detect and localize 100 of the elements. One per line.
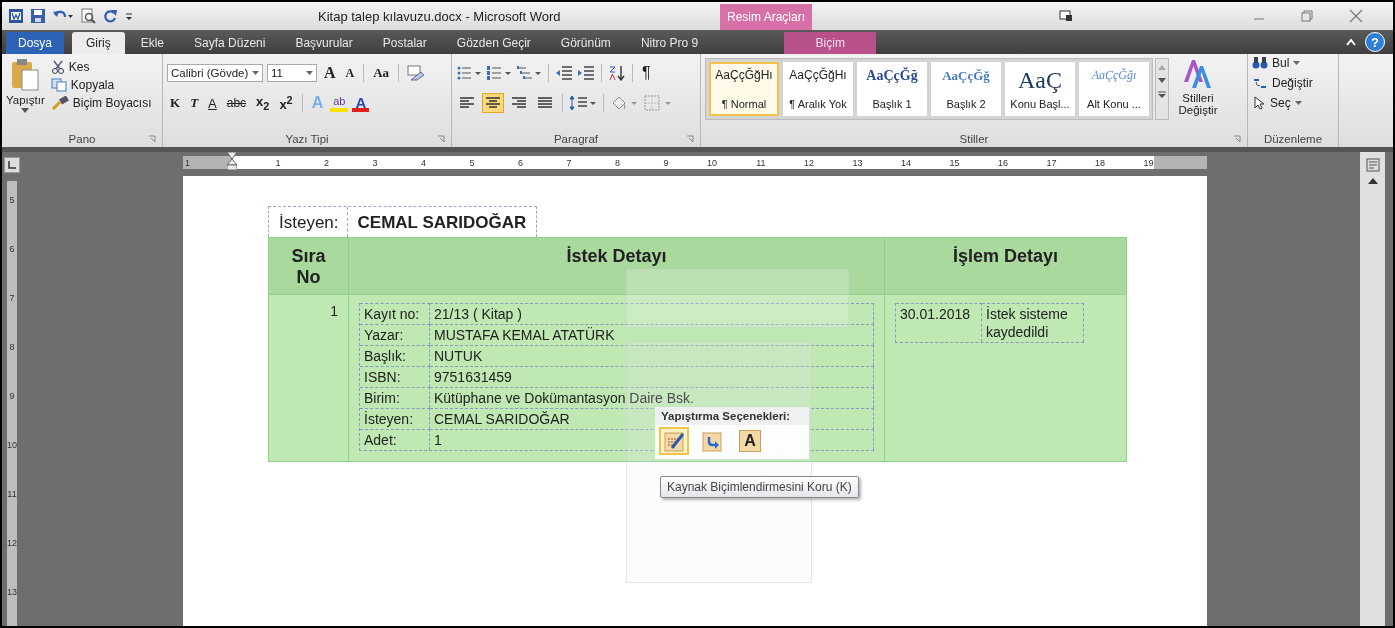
paintbrush-icon	[50, 96, 69, 110]
close-icon[interactable]	[1349, 9, 1363, 23]
style-item[interactable]: AaÇçĞğ Başlık 1	[857, 62, 927, 116]
strikethrough-button[interactable]: abc	[223, 93, 250, 113]
detail-label: Kayıt no:	[360, 303, 430, 324]
help-button[interactable]: ?	[1365, 32, 1385, 52]
align-center-button[interactable]	[482, 93, 504, 113]
font-color-button[interactable]: A	[352, 94, 370, 112]
ribbon-tab[interactable]: Giriş	[72, 32, 125, 54]
paste-button[interactable]: Yapıştır	[6, 58, 45, 131]
clipboard-icon	[10, 58, 41, 92]
style-item[interactable]: AaÇ Konu Başl...	[1005, 62, 1075, 116]
replace-button[interactable]: Değiştir	[1252, 76, 1334, 90]
ruler-toggle-icon[interactable]	[1365, 158, 1380, 172]
more-styles-icon[interactable]	[1158, 91, 1166, 98]
corner-icon	[8, 161, 16, 169]
gallery-scrollbar[interactable]	[1155, 58, 1169, 120]
style-item[interactable]: AaÇçĞğHı ¶ Normal	[709, 62, 779, 116]
window-title: Kitap talep kılavuzu.docx - Microsoft Word	[318, 8, 561, 24]
group-label: Paragraf	[553, 133, 599, 145]
dialog-launcher-icon[interactable]	[686, 135, 694, 143]
ribbon-tab[interactable]: Görünüm	[546, 32, 625, 54]
tab-selector[interactable]	[4, 157, 20, 173]
group-label: Yazı Tipi	[285, 133, 329, 145]
ruler-margin	[1153, 156, 1207, 169]
increase-indent-icon[interactable]	[577, 65, 595, 81]
detail-label: Adet:	[360, 429, 430, 450]
indent-marker-icon[interactable]	[227, 152, 237, 170]
align-right-icon	[511, 96, 527, 110]
sort-icon[interactable]	[608, 65, 626, 81]
shading-icon[interactable]	[610, 95, 640, 111]
contextual-tab-header: Resim Araçları	[720, 4, 812, 30]
subscript-button[interactable]: x$_{2}$	[253, 93, 273, 113]
style-item[interactable]: AaÇçĞğ Başlık 2	[931, 62, 1001, 116]
save-icon[interactable]	[30, 8, 46, 24]
group-label: Pano	[68, 133, 96, 145]
dialog-launcher-icon[interactable]	[437, 135, 445, 143]
change-case-button[interactable]: Aa	[370, 63, 393, 83]
align-center-icon	[485, 96, 501, 110]
process-note: İstek sisteme kaydedildi	[982, 303, 1084, 342]
shrink-font-button[interactable]: A	[342, 63, 358, 83]
change-styles-button[interactable]: Stilleri Değiştir	[1171, 58, 1225, 116]
paste-options-title: Yapıştırma Seçenekleri:	[655, 407, 809, 425]
process-date: 30.01.2018	[896, 303, 982, 342]
dropdown-arrow-icon	[252, 71, 259, 75]
multilevel-list-icon[interactable]	[516, 65, 542, 81]
detail-value: 9751631459	[430, 366, 874, 387]
copy-button[interactable]: Kopyala	[50, 78, 152, 92]
superscript-button[interactable]: x$^{2}$	[276, 93, 296, 113]
print-preview-icon[interactable]	[80, 8, 96, 24]
underline-button[interactable]: A	[205, 93, 220, 113]
word-logo-icon[interactable]	[8, 8, 24, 24]
keep-source-formatting-button[interactable]	[659, 427, 689, 455]
ribbon-tab[interactable]: Başvurular	[281, 32, 367, 54]
detail-value: 21/13 ( Kitap )	[430, 303, 874, 324]
scroll-up-icon[interactable]	[1367, 178, 1378, 184]
align-left-icon	[459, 96, 475, 110]
redo-icon[interactable]	[102, 8, 118, 24]
ribbon-tab[interactable]: Biçim	[784, 32, 877, 54]
ribbon-tab[interactable]: Sayfa Düzeni	[180, 32, 280, 54]
bold-button[interactable]: K	[167, 93, 184, 113]
display-icon[interactable]	[1059, 10, 1073, 22]
decrease-indent-icon[interactable]	[555, 65, 573, 81]
font-family-dropdown[interactable]: Calibri (Gövde)	[167, 64, 263, 82]
dialog-launcher-icon[interactable]	[1233, 135, 1241, 143]
show-formatting-marks-button[interactable]: ¶	[639, 63, 654, 83]
highlight-color-button[interactable]: ab	[330, 94, 349, 112]
collapse-ribbon-icon[interactable]	[1345, 37, 1357, 47]
style-item[interactable]: AaÇçĞğı Alt Konu ...	[1079, 62, 1149, 116]
restore-icon[interactable]	[1301, 10, 1313, 22]
detail-label: ISBN:	[360, 366, 430, 387]
detail-label: Yazar:	[360, 324, 430, 345]
ribbon-tab[interactable]: Postalar	[368, 32, 441, 54]
align-justify-icon	[537, 96, 553, 110]
line-spacing-icon[interactable]	[569, 95, 597, 111]
find-button[interactable]: Bul	[1252, 56, 1334, 70]
detail-label: Birim:	[360, 387, 430, 408]
replace-icon	[1252, 76, 1268, 90]
requester-name: CEMAL SARIDOĞAR	[356, 212, 528, 234]
select-button[interactable]: Seç	[1252, 96, 1334, 110]
scroll-down-icon[interactable]	[1158, 78, 1166, 83]
format-painter-button[interactable]: Biçim Boyacısı	[50, 96, 152, 110]
dialog-launcher-icon[interactable]	[148, 135, 156, 143]
style-item[interactable]: AaÇçĞğHı ¶ Aralık Yok	[783, 62, 853, 116]
cut-button[interactable]: Kes	[50, 60, 152, 74]
font-size-dropdown[interactable]: 11	[267, 64, 317, 82]
italic-button[interactable]: T	[187, 93, 202, 113]
scissors-icon	[50, 60, 65, 74]
file-tab[interactable]: Dosya	[6, 32, 64, 54]
styles-icon	[1182, 58, 1214, 90]
dropdown-arrow-icon	[21, 108, 30, 113]
ribbon-tab[interactable]: Nitro Pro 9	[626, 32, 713, 54]
numbering-icon[interactable]	[486, 65, 512, 81]
bullets-icon[interactable]	[456, 65, 482, 81]
detail-value: NUTUK	[430, 345, 874, 366]
clear-formatting-icon[interactable]	[405, 64, 426, 82]
row-number: 1	[330, 303, 338, 319]
grow-font-button[interactable]: A	[321, 63, 339, 83]
ribbon-tab[interactable]: Gözden Geçir	[442, 32, 545, 54]
ribbon-tab[interactable]: Ekle	[126, 32, 179, 54]
